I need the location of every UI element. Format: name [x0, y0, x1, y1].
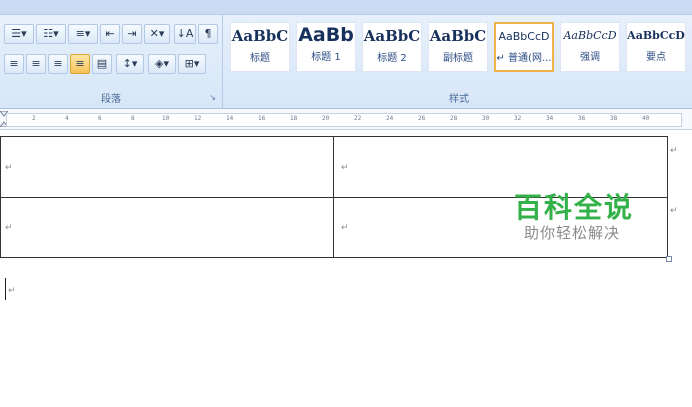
multilevel-list-button[interactable]: ≡▾	[68, 24, 98, 44]
ruler-tick: 14	[226, 115, 234, 122]
ruler-tick: 26	[418, 115, 426, 122]
table-row-end-mark: ↵	[670, 146, 678, 156]
numbering-button[interactable]: ☷▾	[36, 24, 66, 44]
style-title[interactable]: AaBbC 标题	[230, 22, 290, 72]
paragraph-group: ☰▾ ☷▾ ≡▾ ⇤ ⇥ ✕▾ ↓A ¶ ≡ ≡ ≡ ≡ ▤ ↕▾ ◈▾ ⊞▾ …	[0, 14, 223, 108]
increase-indent-button[interactable]: ⇥	[122, 24, 142, 44]
ruler-tick: 22	[354, 115, 362, 122]
style-subtitle[interactable]: AaBbC 副标题	[428, 22, 488, 72]
ruler-tick: 36	[578, 115, 586, 122]
paragraph-group-label: 段落	[101, 94, 121, 105]
style-name: 副标题	[443, 53, 473, 64]
table-column-divider[interactable]	[333, 137, 334, 257]
ruler-tick: 38	[610, 115, 618, 122]
ruler-tick: 40	[642, 115, 650, 122]
sort-az-icon: ↓A	[176, 27, 194, 40]
style-name: ↵ 普通(网...	[496, 53, 552, 64]
ribbon-tab-strip	[0, 0, 692, 15]
ribbon: ☰▾ ☷▾ ≡▾ ⇤ ⇥ ✕▾ ↓A ¶ ≡ ≡ ≡ ≡ ▤ ↕▾ ◈▾ ⊞▾ …	[0, 0, 692, 109]
table-cell-end-mark[interactable]: ↵	[341, 163, 349, 173]
ruler-tick: 12	[194, 115, 202, 122]
paragraph-dialog-launcher-icon[interactable]: ↘	[209, 93, 216, 102]
justify-button[interactable]: ≡	[70, 54, 90, 74]
table-cell-end-mark[interactable]: ↵	[5, 223, 13, 233]
line-spacing-button[interactable]: ↕▾	[116, 54, 144, 74]
watermark-subtitle: 助你轻松解决	[524, 224, 621, 242]
horizontal-ruler[interactable]: 2 4 6 8 10 12 14 16 18 20 22 24 26 28 30…	[0, 109, 692, 130]
style-sample: AaBbC	[363, 27, 421, 45]
style-emphasis[interactable]: AaBbCcD 强调	[560, 22, 620, 72]
bullets-button[interactable]: ☰▾	[4, 24, 34, 44]
text-cursor	[5, 278, 6, 300]
ruler-tick: 18	[290, 115, 298, 122]
table-cell-end-mark[interactable]: ↵	[5, 163, 13, 173]
style-sample: AaBb	[298, 24, 354, 46]
style-sample: AaBbCcD	[498, 30, 550, 43]
style-sample: AaBbC	[231, 27, 289, 45]
decrease-indent-button[interactable]: ⇤	[100, 24, 120, 44]
style-strong[interactable]: AaBbCcD 要点	[626, 22, 686, 72]
ruler-tick: 32	[514, 115, 522, 122]
ruler-tick: 24	[386, 115, 394, 122]
style-sample: AaBbCcD	[563, 29, 617, 42]
style-heading-2[interactable]: AaBbC 标题 2	[362, 22, 422, 72]
watermark-title: 百科全说	[514, 191, 635, 224]
style-name: 标题 2	[377, 53, 407, 64]
style-sample: AaBbCcD	[627, 29, 685, 42]
ruler-tick: 4	[65, 115, 69, 122]
ruler-tick: 8	[131, 115, 135, 122]
style-name: 标题	[250, 53, 270, 64]
ruler-tick: 10	[162, 115, 170, 122]
sort-button[interactable]: ↓A	[174, 24, 196, 44]
styles-group-label: 样式	[449, 94, 469, 105]
paragraph-mark: ↵	[8, 286, 16, 296]
document-page[interactable]: ↵ ↵ ↵ ↵ ↵ ↵ ↵	[0, 130, 692, 407]
style-name: 要点	[646, 52, 666, 63]
ruler-tick: 28	[450, 115, 458, 122]
chinese-layout-button[interactable]: ✕▾	[144, 24, 170, 44]
styles-group: AaBbC 标题 AaBb 标题 1 AaBbC 标题 2 AaBbC 副标题 …	[226, 14, 692, 108]
distributed-button[interactable]: ▤	[92, 54, 112, 74]
align-left-button[interactable]: ≡	[4, 54, 24, 74]
style-sample: AaBbC	[429, 27, 487, 45]
ruler-tick: 2	[32, 115, 36, 122]
show-marks-button[interactable]: ¶	[198, 24, 218, 44]
table-row-end-mark: ↵	[670, 206, 678, 216]
ruler-tick: 34	[546, 115, 554, 122]
ruler-strip: 2 4 6 8 10 12 14 16 18 20 22 24 26 28 30…	[6, 113, 682, 127]
align-center-button[interactable]: ≡	[26, 54, 46, 74]
borders-button[interactable]: ⊞▾	[178, 54, 206, 74]
borders-icon: ⊞▾	[184, 57, 200, 70]
table-cell-end-mark[interactable]: ↵	[341, 223, 349, 233]
ruler-tick: 16	[258, 115, 266, 122]
paragraph-mark-icon: ¶	[204, 27, 212, 40]
style-name: 标题 1	[311, 52, 341, 63]
ruler-tick: 6	[98, 115, 102, 122]
table-resize-handle[interactable]	[666, 256, 672, 262]
style-normal-web[interactable]: AaBbCcD ↵ 普通(网...	[494, 22, 554, 72]
ruler-tick: 30	[482, 115, 490, 122]
style-heading-1[interactable]: AaBb 标题 1	[296, 22, 356, 72]
shading-bucket-icon: ◈▾	[155, 57, 169, 70]
shading-button[interactable]: ◈▾	[148, 54, 176, 74]
align-right-button[interactable]: ≡	[48, 54, 68, 74]
ruler-tick: 20	[322, 115, 330, 122]
style-name: 强调	[580, 52, 600, 63]
